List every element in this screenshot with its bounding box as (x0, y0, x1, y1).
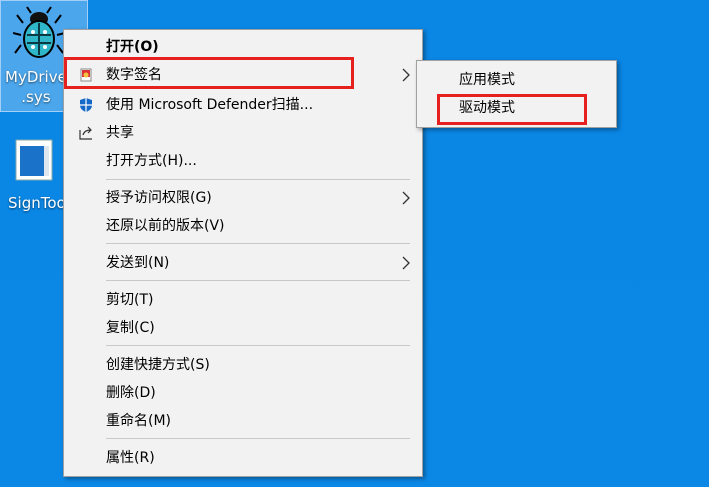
share-icon (79, 126, 92, 140)
menu-item-grant-access[interactable]: 授予访问权限(G) (64, 185, 422, 211)
menu-item-label: 删除(D) (106, 385, 156, 401)
highlight-box-digital-signature (64, 57, 354, 89)
menu-separator (106, 438, 410, 439)
menu-item-open-with[interactable]: 打开方式(H)... (64, 148, 422, 174)
menu-item-create-shortcut[interactable]: 创建快捷方式(S) (64, 352, 422, 378)
highlight-box-driver-mode (437, 94, 587, 125)
menu-item-label: 还原以前的版本(V) (106, 218, 225, 234)
menu-item-send-to[interactable]: 发送到(N) (64, 250, 422, 276)
chevron-right-icon (402, 68, 410, 82)
menu-item-properties[interactable]: 属性(R) (64, 445, 422, 471)
menu-item-label: 授予访问权限(G) (106, 190, 212, 206)
menu-item-share[interactable]: 共享 (64, 120, 422, 146)
menu-item-label: 创建快捷方式(S) (106, 357, 210, 373)
desktop-icon-label: MyDrive (5, 68, 67, 86)
menu-item-label: 剪切(T) (106, 292, 154, 308)
menu-separator (106, 280, 410, 281)
menu-item-delete[interactable]: 删除(D) (64, 380, 422, 406)
submenu-item-app-mode[interactable]: 应用模式 (417, 67, 616, 93)
signtool-icon (15, 139, 53, 181)
menu-item-label: 重命名(M) (106, 413, 172, 429)
menu-item-label: 属性(R) (106, 450, 155, 466)
menu-item-label: 复制(C) (106, 320, 155, 336)
menu-item-restore-versions[interactable]: 还原以前的版本(V) (64, 213, 422, 239)
menu-item-rename[interactable]: 重命名(M) (64, 408, 422, 434)
menu-item-defender-scan[interactable]: 使用 Microsoft Defender扫描... (64, 92, 422, 118)
defender-shield-icon (80, 98, 92, 112)
menu-item-label: 共享 (106, 125, 134, 141)
menu-separator (106, 345, 410, 346)
menu-item-label: 打开方式(H)... (106, 153, 197, 169)
desktop-icon-label: SignToo (8, 194, 66, 212)
menu-separator (106, 179, 410, 180)
menu-item-copy[interactable]: 复制(C) (64, 315, 422, 341)
submenu-item-label: 应用模式 (459, 72, 515, 88)
bug-icon (13, 6, 65, 58)
menu-item-cut[interactable]: 剪切(T) (64, 287, 422, 313)
chevron-right-icon (402, 191, 410, 205)
chevron-right-icon (402, 256, 410, 270)
menu-item-label: 使用 Microsoft Defender扫描... (106, 97, 314, 113)
context-menu: 打开(O) 数字签名 使用 Microsoft Defender扫描... 共享… (63, 29, 423, 477)
desktop-icon-label-ext: .sys (21, 88, 51, 106)
menu-separator (106, 243, 410, 244)
menu-item-label: 发送到(N) (106, 255, 170, 271)
